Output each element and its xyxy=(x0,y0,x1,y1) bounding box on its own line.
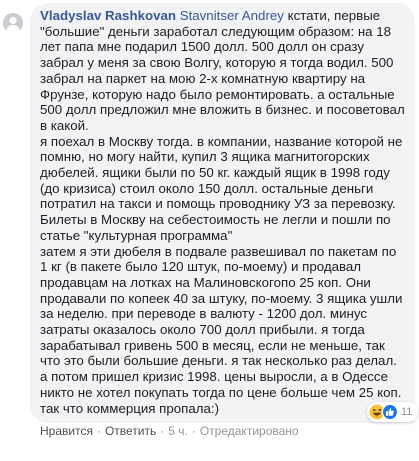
avatar[interactable] xyxy=(3,13,23,33)
comment-paragraph-2: я поехал в Москву тогда. в компании, наз… xyxy=(40,133,403,243)
reactions-count: 11 xyxy=(401,406,413,418)
like-link[interactable]: Нравится xyxy=(40,424,93,438)
comment-paragraph-1: Vladyslav Rashkovan Stavnitser Andrey кс… xyxy=(40,8,405,134)
timestamp-link[interactable]: 5 ч. xyxy=(168,424,188,438)
separator-dot: · xyxy=(96,424,101,438)
mention-link[interactable]: Stavnitser Andrey xyxy=(180,8,284,23)
comment: Vladyslav Rashkovan Stavnitser Andrey кс… xyxy=(0,0,419,461)
default-avatar-icon xyxy=(3,13,23,33)
reactions-summary[interactable]: 11 xyxy=(367,402,419,422)
separator-dot: · xyxy=(191,424,196,438)
comment-text: Vladyslav Rashkovan Stavnitser Andrey кс… xyxy=(40,8,405,416)
comment-intro-text: кстати, первые "большие" деньги заработа… xyxy=(40,8,405,133)
reply-link[interactable]: Ответить xyxy=(105,424,156,438)
comment-paragraph-3: затем я эти дюбеля в подвале развешивал … xyxy=(40,243,403,416)
separator-dot: · xyxy=(160,424,165,438)
author-name[interactable]: Vladyslav Rashkovan xyxy=(40,8,176,23)
like-icon xyxy=(382,404,398,420)
comment-actions: Нравится · Ответить · 5 ч. · Отредактировано xyxy=(40,424,299,438)
comment-bubble: Vladyslav Rashkovan Stavnitser Andrey кс… xyxy=(30,3,415,423)
edited-label[interactable]: Отредактировано xyxy=(200,424,299,438)
